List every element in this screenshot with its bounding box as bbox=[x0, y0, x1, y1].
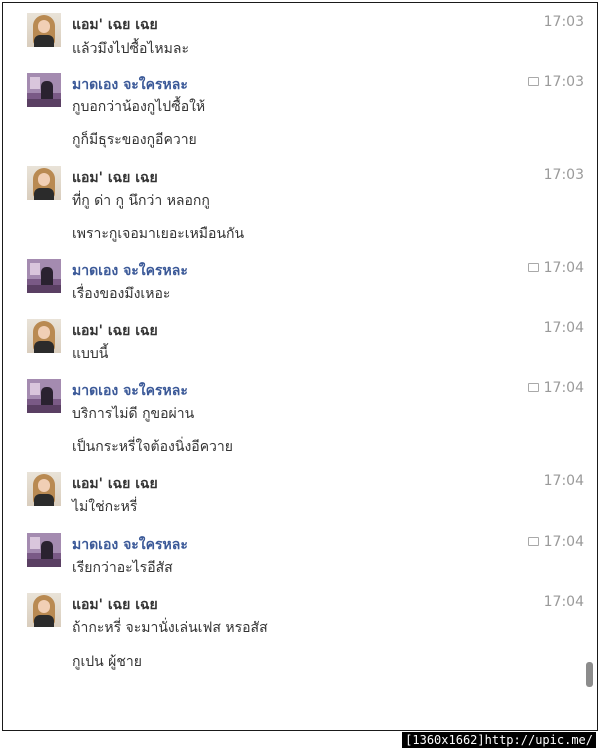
timestamp-value: 17:03 bbox=[543, 74, 584, 90]
avatar[interactable] bbox=[27, 259, 61, 293]
message-text: กูเปน ผู้ชาย bbox=[72, 654, 142, 670]
message-text: เพราะกูเจอมาเยอะเหมือนกัน bbox=[72, 226, 245, 242]
timestamp: 17:03 bbox=[527, 74, 584, 90]
message-text: ถ้ากะหรี่ จะมานั่งเล่นเฟส หรอสัส bbox=[72, 620, 268, 636]
sender-name[interactable]: มาดเอง จะใครหละ bbox=[72, 534, 188, 556]
chat-bubble-icon bbox=[527, 76, 539, 86]
sender-name[interactable]: แอม' เฉย เฉย bbox=[72, 14, 158, 36]
message-text: แบบนี้ bbox=[72, 346, 109, 362]
timestamp: 17:04 bbox=[543, 320, 584, 336]
message-text: บริการไม่ดี กูขอผ่าน bbox=[72, 406, 195, 422]
timestamp: 17:04 bbox=[543, 473, 584, 489]
clipped-text-line bbox=[72, 681, 272, 687]
timestamp: 17:04 bbox=[527, 380, 584, 396]
message-text: แล้วมึงไปซื้อไหมละ bbox=[72, 41, 189, 57]
message-text: ที่กู ด่า กู นึกว่า หลอกกู bbox=[72, 193, 210, 209]
avatar[interactable] bbox=[27, 593, 61, 627]
message-text: เรียกว่าอะไรอีสัส bbox=[72, 560, 173, 576]
timestamp: 17:03 bbox=[543, 14, 584, 30]
timestamp-value: 17:04 bbox=[543, 380, 584, 396]
message-text: กูบอกว่าน้องกูไปซื้อให้ bbox=[72, 99, 206, 115]
chat-window: แอม' เฉย เฉย 17:03 แล้วมึงไปซื้อไหมละ มา… bbox=[2, 2, 598, 731]
timestamp: 17:04 bbox=[527, 534, 584, 550]
avatar[interactable] bbox=[27, 319, 61, 353]
timestamp: 17:03 bbox=[543, 167, 584, 183]
sender-name[interactable]: แอม' เฉย เฉย bbox=[72, 473, 158, 495]
timestamp-value: 17:04 bbox=[543, 534, 584, 550]
message-text: เป็นกระหรี่ใจต้องนิ่งอีควาย bbox=[72, 439, 233, 455]
timestamp: 17:04 bbox=[543, 594, 584, 610]
sender-name[interactable]: แอม' เฉย เฉย bbox=[72, 167, 158, 189]
chat-bubble-icon bbox=[527, 536, 539, 546]
image-host-watermark: [1360x1662]http://upic.me/ bbox=[402, 732, 596, 748]
avatar[interactable] bbox=[27, 166, 61, 200]
sender-name[interactable]: แอม' เฉย เฉย bbox=[72, 320, 158, 342]
sender-name[interactable]: มาดเอง จะใครหละ bbox=[72, 74, 188, 96]
chat-bubble-icon bbox=[527, 262, 539, 272]
chat-bubble-icon bbox=[527, 382, 539, 392]
message-text: กูก็มีธุระของกูอีควาย bbox=[72, 132, 197, 148]
sender-name[interactable]: มาดเอง จะใครหละ bbox=[72, 380, 188, 402]
scrollbar-thumb[interactable] bbox=[586, 662, 593, 687]
avatar[interactable] bbox=[27, 379, 61, 413]
timestamp-value: 17:04 bbox=[543, 260, 584, 276]
avatar[interactable] bbox=[27, 13, 61, 47]
avatar[interactable] bbox=[27, 472, 61, 506]
timestamp: 17:04 bbox=[527, 260, 584, 276]
sender-name[interactable]: แอม' เฉย เฉย bbox=[72, 594, 158, 616]
message-text: เรื่องของมึงเหอะ bbox=[72, 286, 171, 302]
sender-name[interactable]: มาดเอง จะใครหละ bbox=[72, 260, 188, 282]
avatar[interactable] bbox=[27, 533, 61, 567]
avatar[interactable] bbox=[27, 73, 61, 107]
message-text: ไม่ใช่กะหรี่ bbox=[72, 499, 138, 515]
